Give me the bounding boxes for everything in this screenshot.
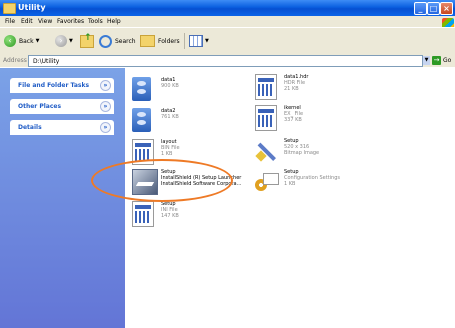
address-dropdown-icon[interactable]: ▼ — [423, 56, 430, 65]
explorer-window: Utility _ □ × File Edit View Favorites T… — [0, 0, 455, 328]
bitmap-icon — [255, 138, 279, 162]
go-label: Go — [443, 57, 452, 64]
panel-title: File and Folder Tasks — [18, 82, 90, 89]
file-size: 147 KB — [161, 213, 179, 219]
address-label: Address — [3, 57, 27, 64]
toolbar: ‹ Back ▼ › ▼ Search Folders ▼ — [0, 27, 455, 55]
up-folder-button[interactable] — [80, 33, 94, 48]
panel-title: Details — [18, 124, 42, 131]
search-button[interactable]: Search — [99, 34, 136, 48]
file-item-data2[interactable]: data2 761 KB — [128, 106, 268, 140]
address-bar: Address D:\Utility ▼ → Go — [0, 54, 455, 67]
cab-file-icon — [132, 77, 151, 101]
views-button[interactable]: ▼ — [189, 34, 209, 48]
file-size: 900 KB — [161, 83, 179, 89]
search-icon — [99, 34, 112, 48]
task-pane: File and Folder Tasks » Other Places » D… — [0, 68, 125, 328]
close-button[interactable]: × — [440, 2, 453, 15]
file-item-data1-hdr[interactable]: data1.hdr HDR File 21 KB — [251, 72, 391, 106]
forward-arrow-icon: › — [55, 35, 67, 47]
file-item-ikernel[interactable]: ikernel EX_ File 337 KB — [251, 103, 391, 137]
toolbar-separator — [184, 33, 185, 49]
views-dropdown-icon[interactable]: ▼ — [205, 38, 209, 44]
menu-file[interactable]: File — [5, 18, 15, 25]
cab-file-icon — [132, 108, 151, 132]
go-button[interactable]: → Go — [432, 56, 451, 65]
forward-dropdown-icon[interactable]: ▼ — [69, 38, 73, 44]
folders-button[interactable]: Folders — [140, 34, 180, 48]
menu-bar: File Edit View Favorites Tools Help — [0, 16, 455, 29]
file-size: 1 KB — [284, 181, 296, 187]
panel-title: Other Places — [18, 103, 62, 110]
highlight-ellipse — [91, 159, 233, 202]
title-bar[interactable]: Utility _ □ × — [0, 0, 455, 16]
folders-label: Folders — [158, 37, 180, 45]
file-item-data1[interactable]: data1 900 KB — [128, 75, 268, 109]
menu-tools[interactable]: Tools — [88, 18, 103, 25]
menu-help[interactable]: Help — [107, 18, 121, 25]
maximize-button[interactable]: □ — [427, 2, 440, 15]
folder-up-icon — [80, 33, 94, 48]
minimize-button[interactable]: _ — [414, 2, 427, 15]
file-size: 21 KB — [284, 86, 299, 92]
file-size: 761 KB — [161, 114, 179, 120]
chevron-down-icon[interactable]: » — [100, 101, 111, 112]
back-dropdown-icon[interactable]: ▼ — [36, 38, 40, 44]
views-icon — [189, 35, 203, 47]
file-size: 337 KB — [284, 117, 302, 123]
chevron-down-icon[interactable]: » — [100, 80, 111, 91]
address-input[interactable]: D:\Utility — [28, 55, 423, 67]
window-title: Utility — [18, 3, 46, 12]
back-button[interactable]: ‹ Back ▼ — [4, 34, 39, 48]
config-settings-icon — [255, 169, 279, 193]
file-size: Bitmap Image — [284, 150, 320, 156]
folder-icon — [3, 3, 16, 14]
folders-icon — [140, 35, 155, 47]
file-item-setup-ini[interactable]: Setup INI File 147 KB — [128, 199, 268, 233]
menu-view[interactable]: View — [38, 18, 52, 25]
panel-other-places[interactable]: Other Places » — [10, 99, 114, 114]
file-size: 1 KB — [161, 151, 173, 157]
menu-edit[interactable]: Edit — [21, 18, 33, 25]
chevron-down-icon[interactable]: » — [100, 122, 111, 133]
panel-details[interactable]: Details » — [10, 120, 114, 135]
panel-file-folder-tasks[interactable]: File and Folder Tasks » — [10, 78, 114, 93]
go-arrow-icon: → — [432, 56, 441, 65]
back-arrow-icon: ‹ — [4, 35, 16, 47]
file-item-setup-bitmap[interactable]: Setup 520 x 316 Bitmap Image — [251, 136, 391, 170]
menu-favorites[interactable]: Favorites — [57, 18, 84, 25]
ex-file-icon — [255, 105, 277, 131]
ini-file-icon — [132, 201, 154, 227]
forward-button[interactable]: › ▼ — [55, 34, 73, 48]
file-item-setup-config[interactable]: Setup Configuration Settings 1 KB — [251, 167, 391, 201]
back-label: Back — [19, 37, 34, 45]
address-value: D:\Utility — [33, 58, 60, 65]
hdr-file-icon — [255, 74, 277, 100]
search-label: Search — [115, 37, 136, 45]
